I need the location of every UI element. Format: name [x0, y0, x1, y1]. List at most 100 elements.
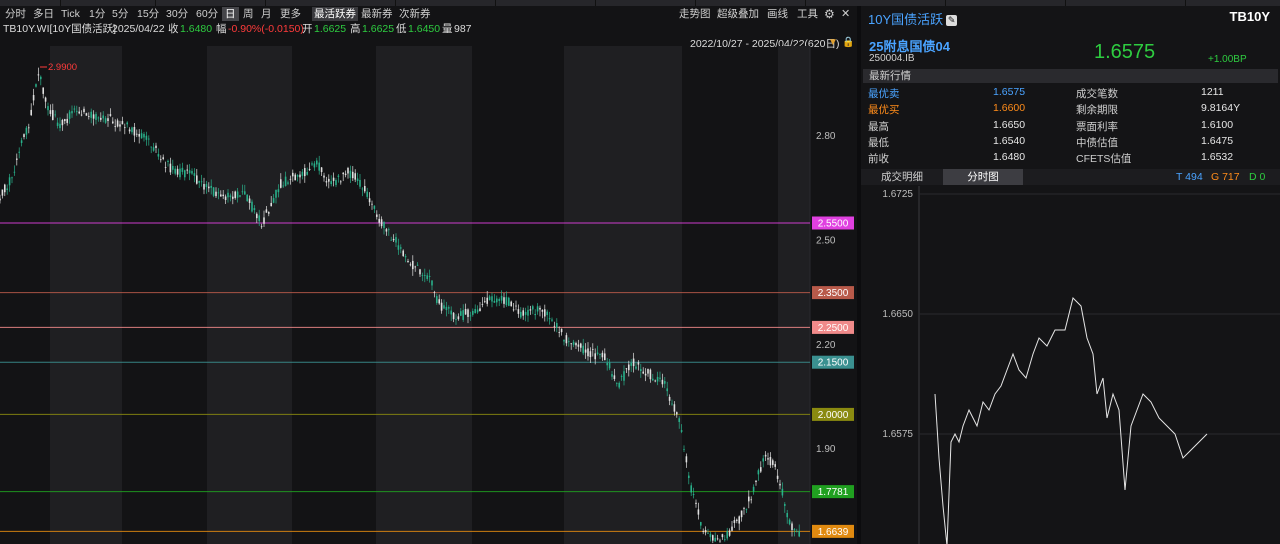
- coupon-rate-label: 票面利率: [1076, 121, 1118, 133]
- candle-body: [395, 237, 397, 243]
- candle-body: [452, 312, 455, 320]
- candle-body: [246, 194, 248, 202]
- candle-body: [42, 87, 44, 94]
- candle-body: [330, 181, 332, 185]
- period-month[interactable]: 月: [261, 7, 272, 21]
- candle-body: [107, 118, 109, 122]
- period-day[interactable]: 日: [222, 7, 239, 21]
- tab-intraday-chart[interactable]: 分时图: [943, 169, 1023, 185]
- candle-body: [253, 208, 256, 211]
- candle-body: [222, 194, 224, 197]
- candle-body: [649, 369, 652, 380]
- low-value: 1.6450: [408, 23, 441, 35]
- candle-body: [733, 520, 736, 523]
- candle-body: [779, 483, 781, 486]
- settings-gear-icon[interactable]: ⚙: [824, 7, 835, 21]
- mode-most-active[interactable]: 最活跃券: [312, 7, 358, 21]
- period-60min[interactable]: 60分: [196, 7, 218, 21]
- candle-body: [85, 113, 88, 116]
- candle-body: [736, 519, 738, 521]
- peak-label: 2.9900: [48, 62, 77, 73]
- candle-body: [772, 460, 774, 465]
- period-intraday[interactable]: 分时: [5, 7, 26, 21]
- period-1min[interactable]: 1分: [89, 7, 105, 21]
- candle-body: [390, 239, 392, 241]
- candle-body: [404, 256, 407, 258]
- candle-body: [32, 95, 35, 101]
- candle-body: [92, 114, 95, 119]
- candle-body: [340, 181, 342, 183]
- level-label: 2.1500: [818, 358, 849, 369]
- month-band: [376, 46, 472, 544]
- candle-body: [632, 358, 635, 367]
- candle-body: [157, 154, 160, 157]
- period-15min[interactable]: 15分: [137, 7, 159, 21]
- candle-body: [709, 533, 712, 538]
- candle-body: [760, 467, 762, 472]
- candle-body: [78, 111, 80, 114]
- super-overlay-button[interactable]: 超级叠加: [717, 7, 759, 21]
- candle-body: [796, 531, 798, 532]
- candle-body: [282, 185, 284, 187]
- candle-body: [558, 332, 560, 333]
- y-tick-label: 2.50: [816, 235, 836, 246]
- candle-body: [757, 470, 760, 475]
- candle-body: [445, 306, 448, 310]
- period-30min[interactable]: 30分: [166, 7, 188, 21]
- candle-body: [791, 523, 793, 530]
- draw-line-button[interactable]: 画线: [767, 7, 788, 21]
- candle-body: [56, 122, 59, 126]
- panel-title[interactable]: 10Y国债活跃 ✎: [868, 9, 958, 28]
- candle-body: [572, 341, 575, 345]
- candle-body: [383, 221, 385, 228]
- period-week[interactable]: 周: [243, 7, 254, 21]
- candle-body: [536, 306, 539, 312]
- candle-body: [119, 124, 121, 127]
- period-multiday[interactable]: 多日: [33, 7, 54, 21]
- low-label: 低: [396, 23, 407, 35]
- candle-body: [582, 345, 584, 354]
- candle-body: [623, 371, 625, 381]
- candle-body: [412, 260, 414, 270]
- candle-body: [100, 117, 102, 120]
- candle-body: [64, 119, 66, 122]
- mode-second-newest[interactable]: 次新券: [399, 7, 431, 21]
- candle-body: [227, 192, 229, 198]
- candle-body: [68, 111, 71, 119]
- candle-body: [726, 530, 728, 539]
- trend-chart-button[interactable]: 走势图: [679, 7, 711, 21]
- candle-body: [745, 508, 748, 510]
- candle-body: [628, 364, 630, 371]
- candle-body: [148, 138, 150, 140]
- best-bid-value: 1.6600: [993, 102, 1026, 114]
- candle-body: [762, 458, 764, 462]
- period-tick[interactable]: Tick: [61, 7, 80, 21]
- candle-body: [229, 195, 232, 198]
- candle-body: [371, 203, 373, 205]
- candle-body: [212, 187, 215, 196]
- candle-body: [354, 173, 356, 180]
- tools-button[interactable]: 工具: [797, 7, 818, 21]
- candle-body: [625, 368, 628, 370]
- candle-body: [426, 275, 428, 279]
- period-more[interactable]: 更多: [280, 7, 301, 21]
- mode-newest[interactable]: 最新券: [361, 7, 393, 21]
- candle-body: [702, 531, 704, 532]
- candle-body: [738, 516, 740, 524]
- volume-label: 量: [442, 23, 453, 35]
- edit-icon[interactable]: ✎: [946, 15, 958, 26]
- intraday-chart[interactable]: 1.6725 1.6650 1.6575: [861, 186, 1280, 544]
- period-5min[interactable]: 5分: [112, 7, 128, 21]
- candle-body: [642, 371, 644, 374]
- tab-trade-details[interactable]: 成交明细: [864, 169, 940, 185]
- candle-body: [88, 116, 90, 117]
- candle-body: [143, 133, 145, 138]
- coupon-rate-value: 1.6100: [1201, 119, 1234, 131]
- kline-plot[interactable]: 2.80 2.50 2.20 1.90 2.5500 2.3500 2.2500 2.1500…: [0, 46, 857, 544]
- candle-body: [750, 499, 752, 501]
- candle-body: [724, 539, 726, 541]
- level-label: 2.5500: [818, 219, 849, 230]
- candle-body: [208, 186, 210, 189]
- candle-body: [251, 201, 253, 212]
- close-icon[interactable]: ✕: [841, 7, 850, 21]
